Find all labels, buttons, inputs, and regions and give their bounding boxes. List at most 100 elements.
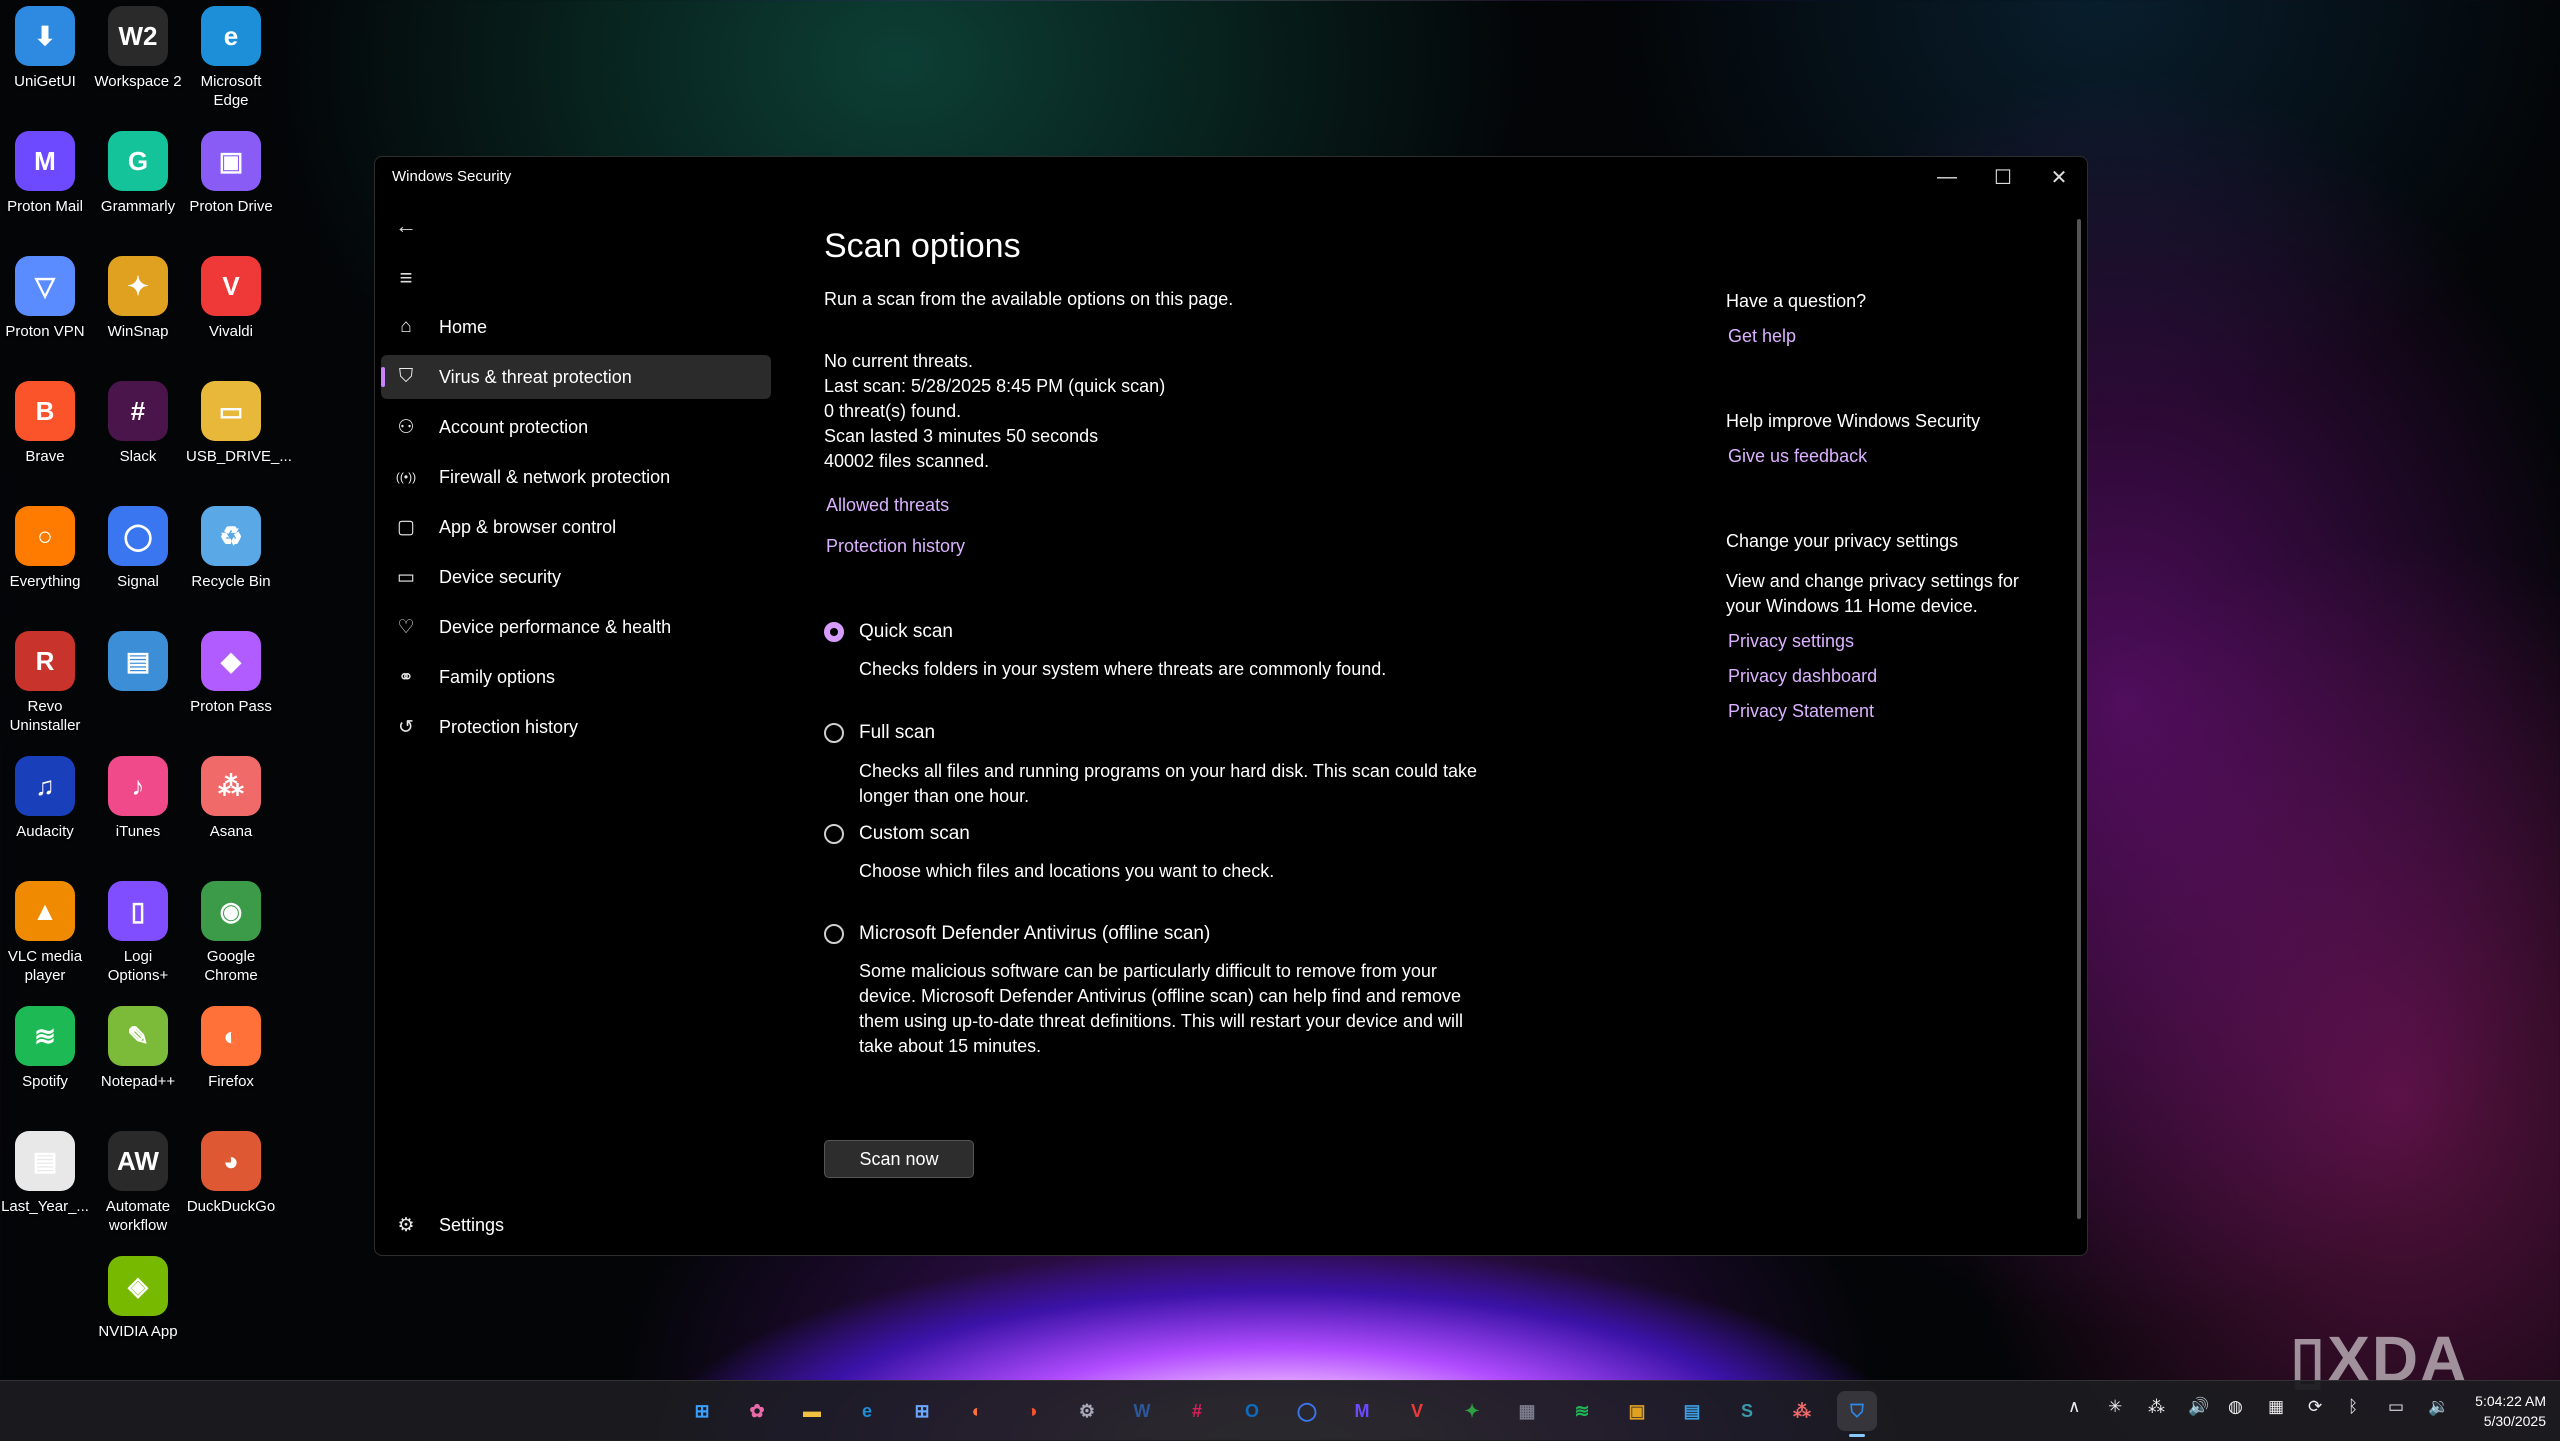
taskbar-word-app[interactable]: W: [1122, 1391, 1162, 1431]
minimize-button[interactable]: —: [1919, 157, 1975, 197]
desktop-icon[interactable]: ⁂ Asana: [186, 750, 276, 841]
taskbar-notepad-app[interactable]: ▤: [1672, 1391, 1712, 1431]
tray-icon[interactable]: 🔉: [2428, 1397, 2449, 1417]
nav-item-device-performance-health[interactable]: ♡ Device performance & health: [381, 605, 771, 649]
nav-item-app-browser-control[interactable]: ▢ App & browser control: [381, 505, 771, 549]
allowed-threats-link[interactable]: Allowed threats: [826, 495, 949, 516]
scan-option-2[interactable]: Full scan: [824, 722, 935, 744]
nav-item-device-security[interactable]: ▭ Device security: [381, 555, 771, 599]
desktop-icon[interactable]: ≋ Spotify: [0, 1000, 90, 1091]
nav-item-virus-threat-protection[interactable]: ⛉ Virus & threat protection: [381, 355, 771, 399]
scrollbar[interactable]: [2077, 219, 2081, 1219]
tray-icon[interactable]: ✳: [2108, 1397, 2122, 1417]
taskbar-start-button[interactable]: ⊞: [682, 1391, 722, 1431]
clock[interactable]: 5:04:22 AM 5/30/2025: [2475, 1391, 2546, 1431]
protection-history-link[interactable]: Protection history: [826, 536, 965, 557]
menu-button[interactable]: ≡: [389, 261, 423, 295]
privacy-statement-link[interactable]: Privacy Statement: [1728, 701, 1874, 722]
scan-option-4[interactable]: Microsoft Defender Antivirus (offline sc…: [824, 923, 1210, 945]
taskbar-asana-app[interactable]: ⁂: [1782, 1391, 1822, 1431]
privacy-settings-link[interactable]: Privacy settings: [1728, 631, 1854, 652]
get-help-link[interactable]: Get help: [1728, 326, 1796, 347]
desktop-icon[interactable]: R Revo Uninstaller: [0, 625, 90, 735]
desktop-icon[interactable]: ▭ USB_DRIVE_...: [186, 375, 292, 466]
desktop-icon[interactable]: ▽ Proton VPN: [0, 250, 90, 341]
taskbar-windows-security-app[interactable]: ⛉: [1837, 1391, 1877, 1437]
nav-item-firewall-network-protection[interactable]: ((•)) Firewall & network protection: [381, 455, 771, 499]
maximize-button[interactable]: ☐: [1975, 157, 2031, 197]
scan-option-3[interactable]: Custom scan: [824, 823, 970, 845]
taskbar-calculator-app[interactable]: ▦: [1507, 1391, 1547, 1431]
taskbar-edge-app[interactable]: e: [847, 1391, 887, 1431]
desktop-icon[interactable]: ◆ Proton Pass: [186, 625, 276, 716]
desktop-icon[interactable]: G Grammarly: [93, 125, 183, 216]
tray-icon[interactable]: ▦: [2268, 1397, 2284, 1417]
desktop-icon[interactable]: W2 Workspace 2: [93, 0, 183, 91]
desktop-icon[interactable]: M Proton Mail: [0, 125, 90, 216]
taskbar-photos-app[interactable]: ✦: [1452, 1391, 1492, 1431]
desktop-icon[interactable]: ✎ Notepad++: [93, 1000, 183, 1091]
tray-icon[interactable]: ∧: [2068, 1397, 2080, 1417]
desktop-icon[interactable]: ♪ iTunes: [93, 750, 183, 841]
desktop-icon[interactable]: ♫ Audacity: [0, 750, 90, 841]
desktop-icon[interactable]: ▣ Proton Drive: [186, 125, 276, 216]
radio-button[interactable]: [824, 622, 844, 642]
taskbar-store-app[interactable]: ⊞: [902, 1391, 942, 1431]
desktop-icon[interactable]: V Vivaldi: [186, 250, 276, 341]
desktop-icon[interactable]: ⬇ UniGetUI: [0, 0, 90, 91]
desktop-icon[interactable]: ◯ Signal: [93, 500, 183, 591]
desktop-icon[interactable]: ◕ DuckDuckGo: [186, 1125, 276, 1216]
radio-button[interactable]: [824, 924, 844, 944]
taskbar-proton-mail-app[interactable]: M: [1342, 1391, 1382, 1431]
desktop-icon[interactable]: ▯ Logi Options+: [93, 875, 183, 985]
taskbar-copilot-app[interactable]: ✿: [737, 1391, 777, 1431]
tray-icon[interactable]: ⟳: [2308, 1397, 2322, 1417]
desktop-icon[interactable]: ♻ Recycle Bin: [186, 500, 276, 591]
nav-item-home[interactable]: ⌂ Home: [381, 305, 771, 349]
desktop-icon[interactable]: # Slack: [93, 375, 183, 466]
taskbar-slack-app[interactable]: #: [1177, 1391, 1217, 1431]
nav-item-settings[interactable]: ⚙ Settings: [381, 1203, 771, 1247]
radio-button[interactable]: [824, 723, 844, 743]
taskbar-spotify-app[interactable]: ≋: [1562, 1391, 1602, 1431]
nav-item-account-protection[interactable]: ⚇ Account protection: [381, 405, 771, 449]
tray-icon[interactable]: 🔊: [2188, 1397, 2209, 1417]
tray-icon[interactable]: ⁂: [2148, 1397, 2165, 1417]
desktop-icon[interactable]: B Brave: [0, 375, 90, 466]
back-button[interactable]: ←: [389, 209, 423, 243]
desktop-icon[interactable]: ◉ Google Chrome: [186, 875, 276, 985]
desktop-icon[interactable]: ▲ VLC media player: [0, 875, 90, 985]
taskbar-settings-app[interactable]: ⚙: [1067, 1391, 1107, 1431]
app-glyph-icon: ○: [37, 520, 53, 551]
nav-item-family-options[interactable]: ⚭ Family options: [381, 655, 771, 699]
tray-icon[interactable]: ᛒ: [2348, 1397, 2358, 1417]
desktop-icon[interactable]: ▤ Last_Year_...: [0, 1125, 90, 1216]
desktop-icon[interactable]: ▤: [93, 625, 183, 697]
close-button[interactable]: ✕: [2031, 157, 2087, 197]
scan-option-1[interactable]: Quick scan: [824, 621, 953, 643]
taskbar-outlook-app[interactable]: O: [1232, 1391, 1272, 1431]
feedback-link[interactable]: Give us feedback: [1728, 446, 1867, 467]
desktop-icon[interactable]: ○ Everything: [0, 500, 90, 591]
app-icon: ▭: [201, 381, 261, 441]
scan-now-button[interactable]: Scan now: [824, 1140, 974, 1178]
desktop-icon[interactable]: ✦ WinSnap: [93, 250, 183, 341]
desktop-icon[interactable]: ◐ Firefox: [186, 1000, 276, 1091]
desktop-icon[interactable]: e Microsoft Edge: [186, 0, 276, 110]
taskbar-winsnap-app[interactable]: ▣: [1617, 1391, 1657, 1431]
taskbar-vivaldi-app[interactable]: V: [1397, 1391, 1437, 1431]
taskbar-firefox-app[interactable]: ◐: [957, 1391, 997, 1431]
radio-button[interactable]: [824, 824, 844, 844]
taskbar-sway-app[interactable]: S: [1727, 1391, 1767, 1431]
taskbar-brave-app[interactable]: ◑: [1012, 1391, 1052, 1431]
title-bar[interactable]: Windows Security — ☐ ✕: [375, 157, 2087, 197]
nav-item-protection-history[interactable]: ↺ Protection history: [381, 705, 771, 749]
desktop-icon[interactable]: ◈ NVIDIA App: [93, 1250, 183, 1341]
taskbar-file-explorer-app[interactable]: ▬: [792, 1391, 832, 1431]
taskbar-signal-app[interactable]: ◯: [1287, 1391, 1327, 1431]
tray-icon[interactable]: ◍: [2228, 1397, 2243, 1417]
tray-icon[interactable]: ▭: [2388, 1397, 2404, 1417]
desktop-icon[interactable]: AW Automate workflow: [93, 1125, 183, 1235]
privacy-dashboard-link[interactable]: Privacy dashboard: [1728, 666, 1877, 687]
clock-time: 5:04:22 AM: [2475, 1393, 2546, 1409]
